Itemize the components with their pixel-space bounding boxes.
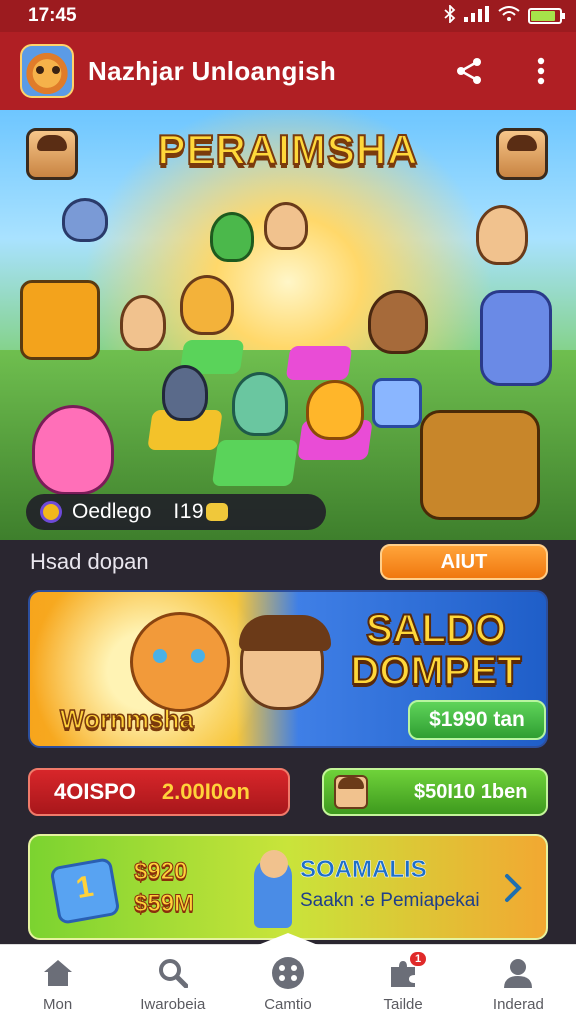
nav-item-profile[interactable]: Inderad: [463, 956, 573, 1013]
share-icon[interactable]: [452, 54, 486, 88]
robot-character: [162, 365, 208, 421]
blonde-boy-character: [120, 295, 166, 351]
hero-pill-label: Oedlego: [72, 500, 152, 523]
pink-monster-character: [32, 405, 114, 495]
promo-value-1: $920: [133, 858, 188, 886]
chevron-right-icon[interactable]: [498, 868, 528, 908]
status-bar: 17:45: [0, 0, 576, 32]
profile-icon: [501, 956, 535, 990]
bluetooth-icon: [444, 3, 456, 27]
blue-cat-character: [62, 198, 108, 242]
more-vert-icon[interactable]: [524, 54, 558, 88]
hero-title: PERAIMSHA: [156, 125, 419, 174]
redhead-character: [476, 205, 528, 265]
status-icons: [444, 3, 565, 27]
promo-value-2: $59M: [133, 890, 195, 918]
nav-item-tasks[interactable]: 1 Tailde: [348, 952, 458, 1013]
gift-box-icon: [49, 857, 121, 925]
status-time: 17:45: [28, 5, 77, 26]
nav-label: Mon: [43, 996, 73, 1013]
board-tile: [285, 346, 353, 380]
saldo-dompet-banner[interactable]: Wornmsha SALDO DOMPET $1990 tan: [28, 590, 548, 748]
board-tile: [211, 440, 299, 486]
aiut-button[interactable]: AIUT: [380, 544, 548, 580]
app-actions: [452, 54, 558, 88]
fox-character: [180, 275, 234, 335]
promo-subtitle: Saakn :e Pemiapekai: [300, 890, 480, 911]
teal-dino-character: [232, 372, 288, 436]
promo-banner[interactable]: $920 $59M SOAMALIS Saakn :e Pemiapekai: [28, 834, 548, 940]
yellow-dragon-character: [306, 380, 364, 440]
red-stat-value: 2.00I0on: [161, 779, 250, 804]
app-title: Nazhjar Unloangish: [88, 55, 337, 86]
brown-wolf-character: [368, 290, 428, 354]
nav-item-games[interactable]: Camtio: [233, 956, 343, 1013]
saldo-subtitle: Wornmsha: [59, 703, 194, 735]
signal-icon: [464, 6, 490, 26]
hero-info-pill[interactable]: Oedlego I19: [26, 494, 326, 530]
green-stat-value: $50I10 1ben: [414, 780, 528, 803]
coin-icon: [40, 501, 62, 523]
nav-item-search[interactable]: Iwarobeia: [118, 956, 228, 1013]
hero-pill-value: I19: [173, 500, 205, 523]
nav-label: Tailde: [383, 996, 423, 1013]
puzzle-icon: 1: [386, 952, 427, 990]
search-icon: [156, 956, 190, 990]
notification-badge: 1: [410, 952, 427, 966]
blue-robot-character: [480, 290, 552, 386]
green-goblin-character: [210, 212, 254, 262]
saldo-title-line1: SALDO: [365, 607, 507, 651]
home-icon: [41, 956, 75, 990]
blue-cube-character: [372, 378, 422, 428]
app-logo: [20, 44, 74, 98]
orange-block-character: [20, 280, 100, 360]
wifi-icon: [498, 6, 520, 26]
girl-character: [264, 202, 308, 250]
avatar: [334, 775, 368, 809]
red-stat-card[interactable]: 4OISPO 2.00I0on: [28, 768, 290, 816]
nav-label: Camtio: [264, 996, 312, 1013]
app-bar: Nazhjar Unloangish: [0, 32, 576, 110]
nav-label: Iwarobeia: [140, 996, 206, 1013]
treasure-icon: [206, 503, 229, 521]
fox-character: [130, 612, 230, 712]
promo-title: SOAMALIS: [300, 856, 427, 884]
gamepad-icon: [271, 956, 305, 990]
saldo-title: SALDO DOMPET: [326, 607, 546, 693]
nav-item-home[interactable]: Mon: [3, 956, 113, 1013]
green-stat-card[interactable]: $50I10 1ben: [322, 768, 548, 816]
bottom-nav: Mon Iwarobeia Camtio 1 Tailde Inderad: [0, 933, 576, 1024]
battery-level-fill: [531, 11, 555, 21]
section-header: Hsad dopan AIUT: [0, 540, 576, 584]
boy-character: [239, 615, 331, 710]
nav-label: Inderad: [492, 996, 544, 1013]
armored-knight-character: [420, 410, 540, 520]
section-label: Hsad dopan: [30, 549, 149, 574]
battery-icon: [528, 8, 565, 24]
hero-banner[interactable]: PERAIMSHA Oedlego I19: [0, 110, 576, 540]
saldo-title-line2: DOMPET: [349, 649, 522, 693]
red-stat-label: 4OISPO: [54, 779, 136, 804]
saldo-amount-button[interactable]: $1990 tan: [408, 700, 546, 740]
promo-character: [254, 850, 292, 928]
